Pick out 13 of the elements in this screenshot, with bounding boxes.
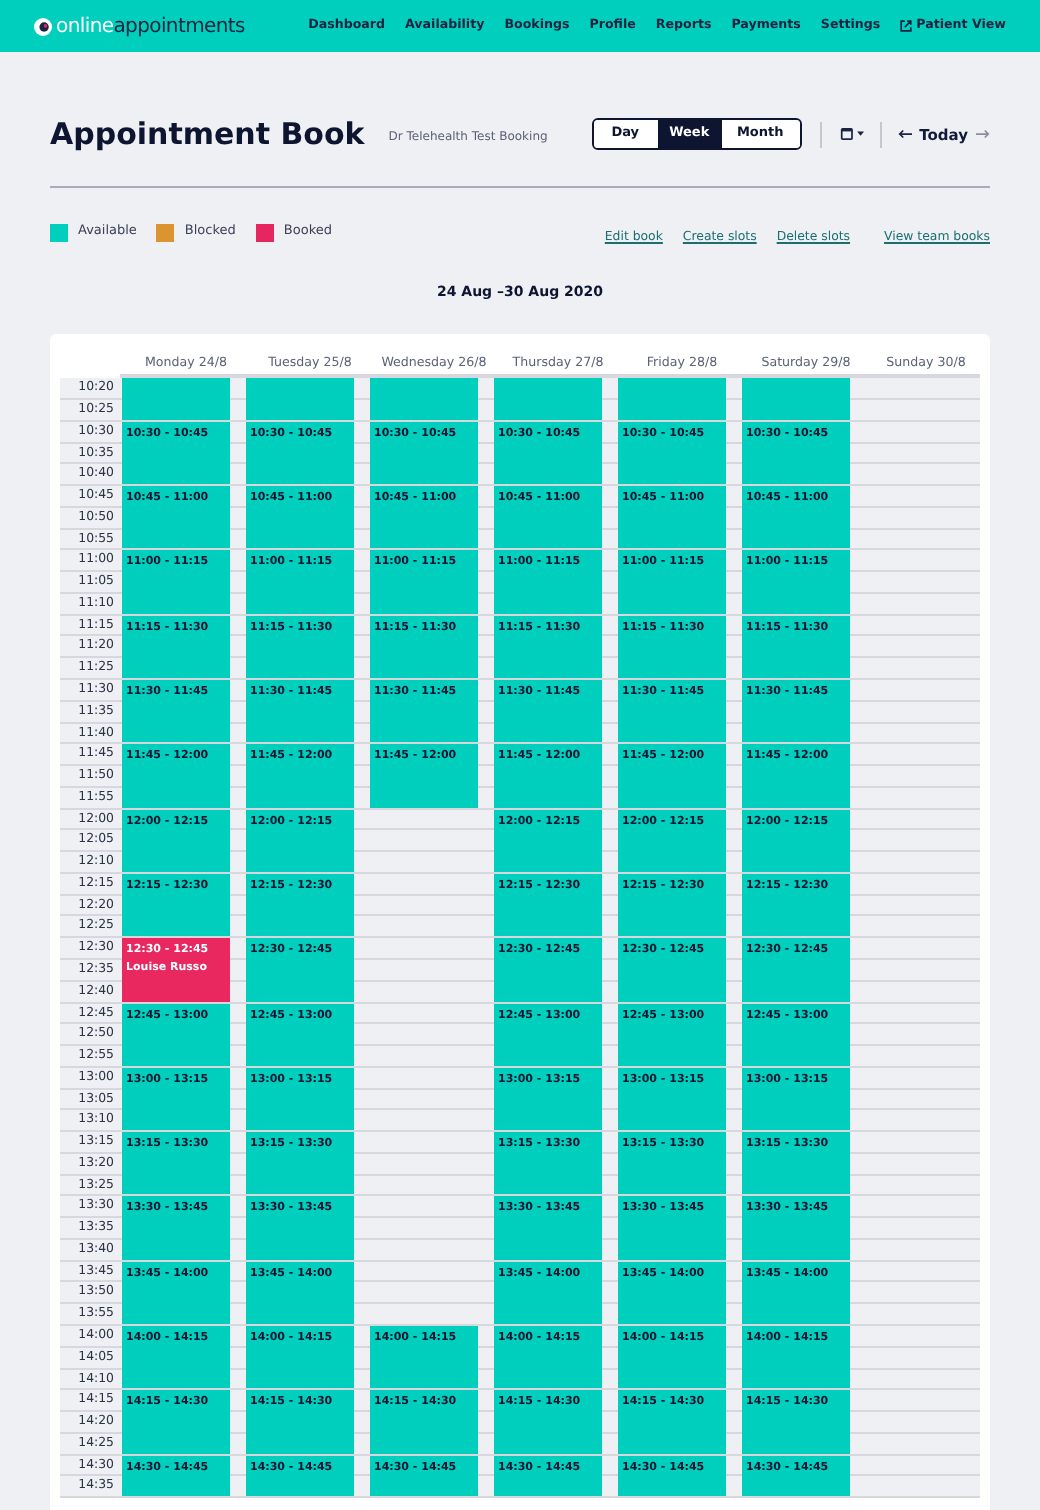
page-title: Appointment Book (50, 114, 365, 156)
logo-icon (34, 17, 52, 35)
available-slot[interactable] (618, 378, 726, 420)
available-slot[interactable] (246, 378, 354, 420)
available-slot[interactable] (122, 378, 230, 420)
available-slot[interactable] (370, 378, 478, 420)
arrow-right-icon[interactable] (976, 128, 990, 141)
available-slot[interactable] (494, 378, 602, 420)
external-link-icon (900, 20, 913, 32)
calendar-dropdown-icon[interactable] (839, 126, 864, 143)
arrow-left-icon[interactable] (897, 128, 912, 141)
brand-name[interactable]: onlineappointments (56, 11, 245, 41)
available-slot[interactable] (742, 378, 850, 420)
